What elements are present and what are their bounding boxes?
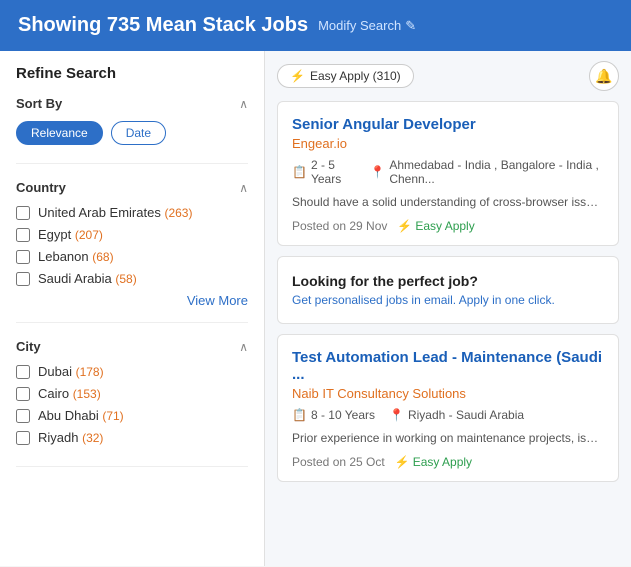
- city-label: City: [16, 339, 41, 354]
- country-uae-label: United Arab Emirates (263): [38, 205, 192, 220]
- easy-apply-filter-chip[interactable]: ⚡ Easy Apply (310): [277, 64, 414, 88]
- sidebar-title: Refine Search: [16, 65, 248, 82]
- briefcase-icon-2: 📋: [292, 408, 307, 422]
- country-egypt-checkbox[interactable]: [16, 228, 30, 242]
- modify-search-link[interactable]: Modify Search ✎: [318, 18, 416, 34]
- ea-icon-2: ⚡: [395, 455, 410, 469]
- easy-apply-badge-1: ⚡ Easy Apply: [397, 219, 474, 233]
- job-footer-1: Posted on 29 Nov ⚡ Easy Apply: [292, 219, 604, 233]
- city-abudhabi-count: (71): [102, 409, 123, 423]
- city-cairo-count: (153): [73, 387, 101, 401]
- city-cairo[interactable]: Cairo (153): [16, 386, 248, 401]
- ea-icon-1: ⚡: [397, 219, 412, 233]
- city-header: City ∧: [16, 339, 248, 354]
- sort-chevron-icon: ∧: [239, 97, 248, 111]
- location-icon-1: 📍: [370, 165, 385, 179]
- easy-apply-chip-icon: ⚡: [290, 69, 305, 83]
- city-riyadh-count: (32): [82, 431, 103, 445]
- sort-date-button[interactable]: Date: [111, 121, 166, 145]
- bell-icon: 🔔: [595, 68, 612, 85]
- job-card-1: Senior Angular Developer Engear.io 📋 2 -…: [277, 101, 619, 246]
- sort-by-header: Sort By ∧: [16, 96, 248, 111]
- country-header: Country ∧: [16, 180, 248, 195]
- job-posted-2: Posted on 25 Oct: [292, 455, 385, 469]
- job-exp-value-2: 8 - 10 Years: [311, 408, 375, 422]
- job-exp-2: 📋 8 - 10 Years: [292, 408, 375, 422]
- page-header: Showing 735 Mean Stack Jobs Modify Searc…: [0, 0, 631, 51]
- job-loc-value-2: Riyadh - Saudi Arabia: [408, 408, 524, 422]
- location-icon-2: 📍: [389, 408, 404, 422]
- country-egypt-label: Egypt (207): [38, 227, 103, 242]
- job-card-2: Test Automation Lead - Maintenance (Saud…: [277, 334, 619, 482]
- country-lebanon[interactable]: Lebanon (68): [16, 249, 248, 264]
- easy-apply-badge-2: ⚡ Easy Apply: [395, 455, 472, 469]
- city-chevron-icon: ∧: [239, 340, 248, 354]
- city-cairo-label: Cairo (153): [38, 386, 101, 401]
- job-loc-2: 📍 Riyadh - Saudi Arabia: [389, 408, 524, 422]
- country-egypt-count: (207): [75, 228, 103, 242]
- sort-buttons: Relevance Date: [16, 121, 248, 145]
- main-layout: Refine Search Sort By ∧ Relevance Date C…: [0, 51, 631, 566]
- country-label: Country: [16, 180, 66, 195]
- company-name-2[interactable]: Naib IT Consultancy Solutions: [292, 386, 604, 401]
- city-dubai[interactable]: Dubai (178): [16, 364, 248, 379]
- promo-card: Looking for the perfect job? Get persona…: [277, 256, 619, 324]
- job-loc-1: 📍 Ahmedabad - India , Bangalore - India …: [370, 158, 604, 186]
- country-saudi-checkbox[interactable]: [16, 272, 30, 286]
- city-dubai-label: Dubai (178): [38, 364, 104, 379]
- briefcase-icon-1: 📋: [292, 165, 307, 179]
- country-lebanon-label: Lebanon (68): [38, 249, 114, 264]
- sidebar: Refine Search Sort By ∧ Relevance Date C…: [0, 51, 265, 566]
- pencil-icon: ✎: [405, 18, 416, 34]
- easy-apply-chip-label: Easy Apply (310): [310, 69, 401, 83]
- city-riyadh-checkbox[interactable]: [16, 431, 30, 445]
- country-chevron-icon: ∧: [239, 181, 248, 195]
- job-exp-1: 📋 2 - 5 Years: [292, 158, 356, 186]
- country-saudi[interactable]: Saudi Arabia (58): [16, 271, 248, 286]
- country-uae-count: (263): [164, 206, 192, 220]
- city-riyadh-label: Riyadh (32): [38, 430, 103, 445]
- country-saudi-count: (58): [115, 272, 136, 286]
- country-egypt[interactable]: Egypt (207): [16, 227, 248, 242]
- job-desc-2: Prior experience in working on maintenan…: [292, 429, 604, 447]
- city-section: City ∧ Dubai (178) Cairo (153) Abu Dhabi…: [16, 339, 248, 467]
- job-title-2[interactable]: Test Automation Lead - Maintenance (Saud…: [292, 349, 604, 383]
- job-desc-1: Should have a solid understanding of cro…: [292, 193, 604, 211]
- city-abudhabi[interactable]: Abu Dhabi (71): [16, 408, 248, 423]
- filter-bar: ⚡ Easy Apply (310) 🔔: [277, 61, 619, 91]
- job-loc-value-1: Ahmedabad - India , Bangalore - India , …: [389, 158, 604, 186]
- sort-by-label: Sort By: [16, 96, 62, 111]
- job-posted-1: Posted on 29 Nov: [292, 219, 387, 233]
- city-abudhabi-checkbox[interactable]: [16, 409, 30, 423]
- city-cairo-checkbox[interactable]: [16, 387, 30, 401]
- country-section: Country ∧ United Arab Emirates (263) Egy…: [16, 180, 248, 323]
- page-title: Showing 735 Mean Stack Jobs: [18, 14, 308, 37]
- sort-by-section: Sort By ∧ Relevance Date: [16, 96, 248, 164]
- promo-desc: Get personalised jobs in email. Apply in…: [292, 293, 604, 307]
- promo-title: Looking for the perfect job?: [292, 273, 604, 289]
- city-dubai-count: (178): [76, 365, 104, 379]
- job-meta-2: 📋 8 - 10 Years 📍 Riyadh - Saudi Arabia: [292, 408, 604, 422]
- company-name-1[interactable]: Engear.io: [292, 136, 604, 151]
- sort-relevance-button[interactable]: Relevance: [16, 121, 103, 145]
- country-uae-checkbox[interactable]: [16, 206, 30, 220]
- job-meta-1: 📋 2 - 5 Years 📍 Ahmedabad - India , Bang…: [292, 158, 604, 186]
- right-panel: ⚡ Easy Apply (310) 🔔 Senior Angular Deve…: [265, 51, 631, 566]
- country-lebanon-checkbox[interactable]: [16, 250, 30, 264]
- country-uae[interactable]: United Arab Emirates (263): [16, 205, 248, 220]
- country-saudi-label: Saudi Arabia (58): [38, 271, 137, 286]
- job-exp-value-1: 2 - 5 Years: [311, 158, 356, 186]
- city-riyadh[interactable]: Riyadh (32): [16, 430, 248, 445]
- city-dubai-checkbox[interactable]: [16, 365, 30, 379]
- country-lebanon-count: (68): [92, 250, 113, 264]
- job-footer-2: Posted on 25 Oct ⚡ Easy Apply: [292, 455, 604, 469]
- notification-button[interactable]: 🔔: [589, 61, 619, 91]
- job-title-1[interactable]: Senior Angular Developer: [292, 116, 604, 133]
- city-abudhabi-label: Abu Dhabi (71): [38, 408, 124, 423]
- country-view-more-link[interactable]: View More: [16, 293, 248, 308]
